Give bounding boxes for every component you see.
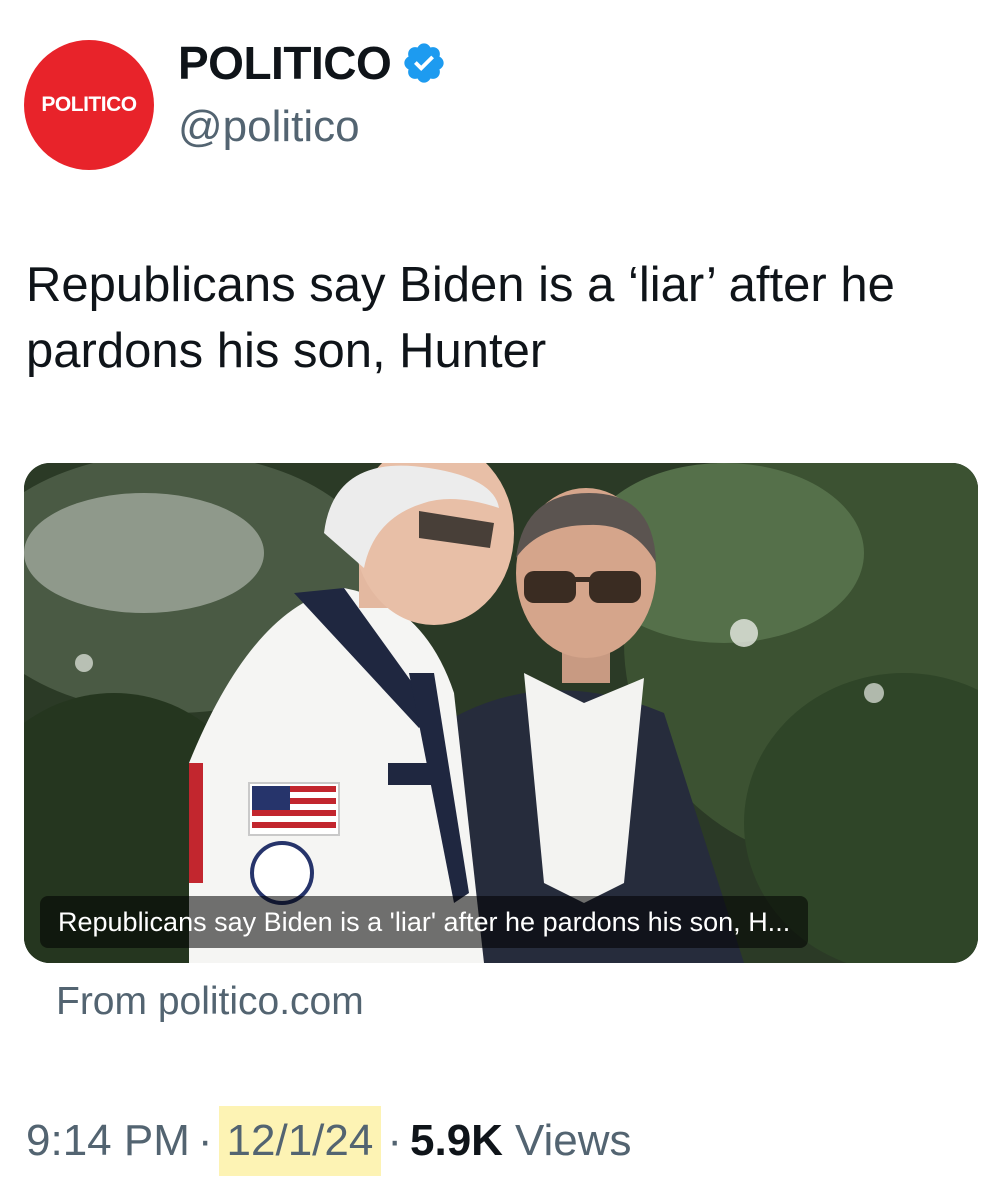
- tweet-time[interactable]: 9:14 PM: [26, 1116, 190, 1166]
- tweet-text: Republicans say Biden is a ‘liar’ after …: [26, 258, 895, 378]
- author-name-row: POLITICO: [178, 36, 447, 90]
- verified-badge-icon: [404, 43, 444, 83]
- meta-separator: ·: [197, 1116, 213, 1165]
- tweet-meta: 9:14 PM · 12/1/24 · 5.9K Views: [26, 1106, 632, 1176]
- link-card[interactable]: Republicans say Biden is a 'liar' after …: [24, 463, 978, 963]
- avatar-logo-text: POLITICO: [41, 93, 137, 116]
- card-caption: Republicans say Biden is a 'liar' after …: [40, 896, 809, 948]
- author-avatar[interactable]: POLITICO: [24, 40, 154, 170]
- card-photo: [24, 463, 978, 963]
- tweet-date[interactable]: 12/1/24: [218, 1106, 382, 1176]
- author-display-name[interactable]: POLITICO: [178, 36, 392, 90]
- meta-separator: ·: [387, 1116, 402, 1165]
- views-count[interactable]: 5.9K: [410, 1116, 503, 1166]
- card-source[interactable]: From politico.com: [56, 980, 364, 1024]
- author-handle[interactable]: @politico: [178, 102, 360, 152]
- views-label: Views: [514, 1116, 632, 1165]
